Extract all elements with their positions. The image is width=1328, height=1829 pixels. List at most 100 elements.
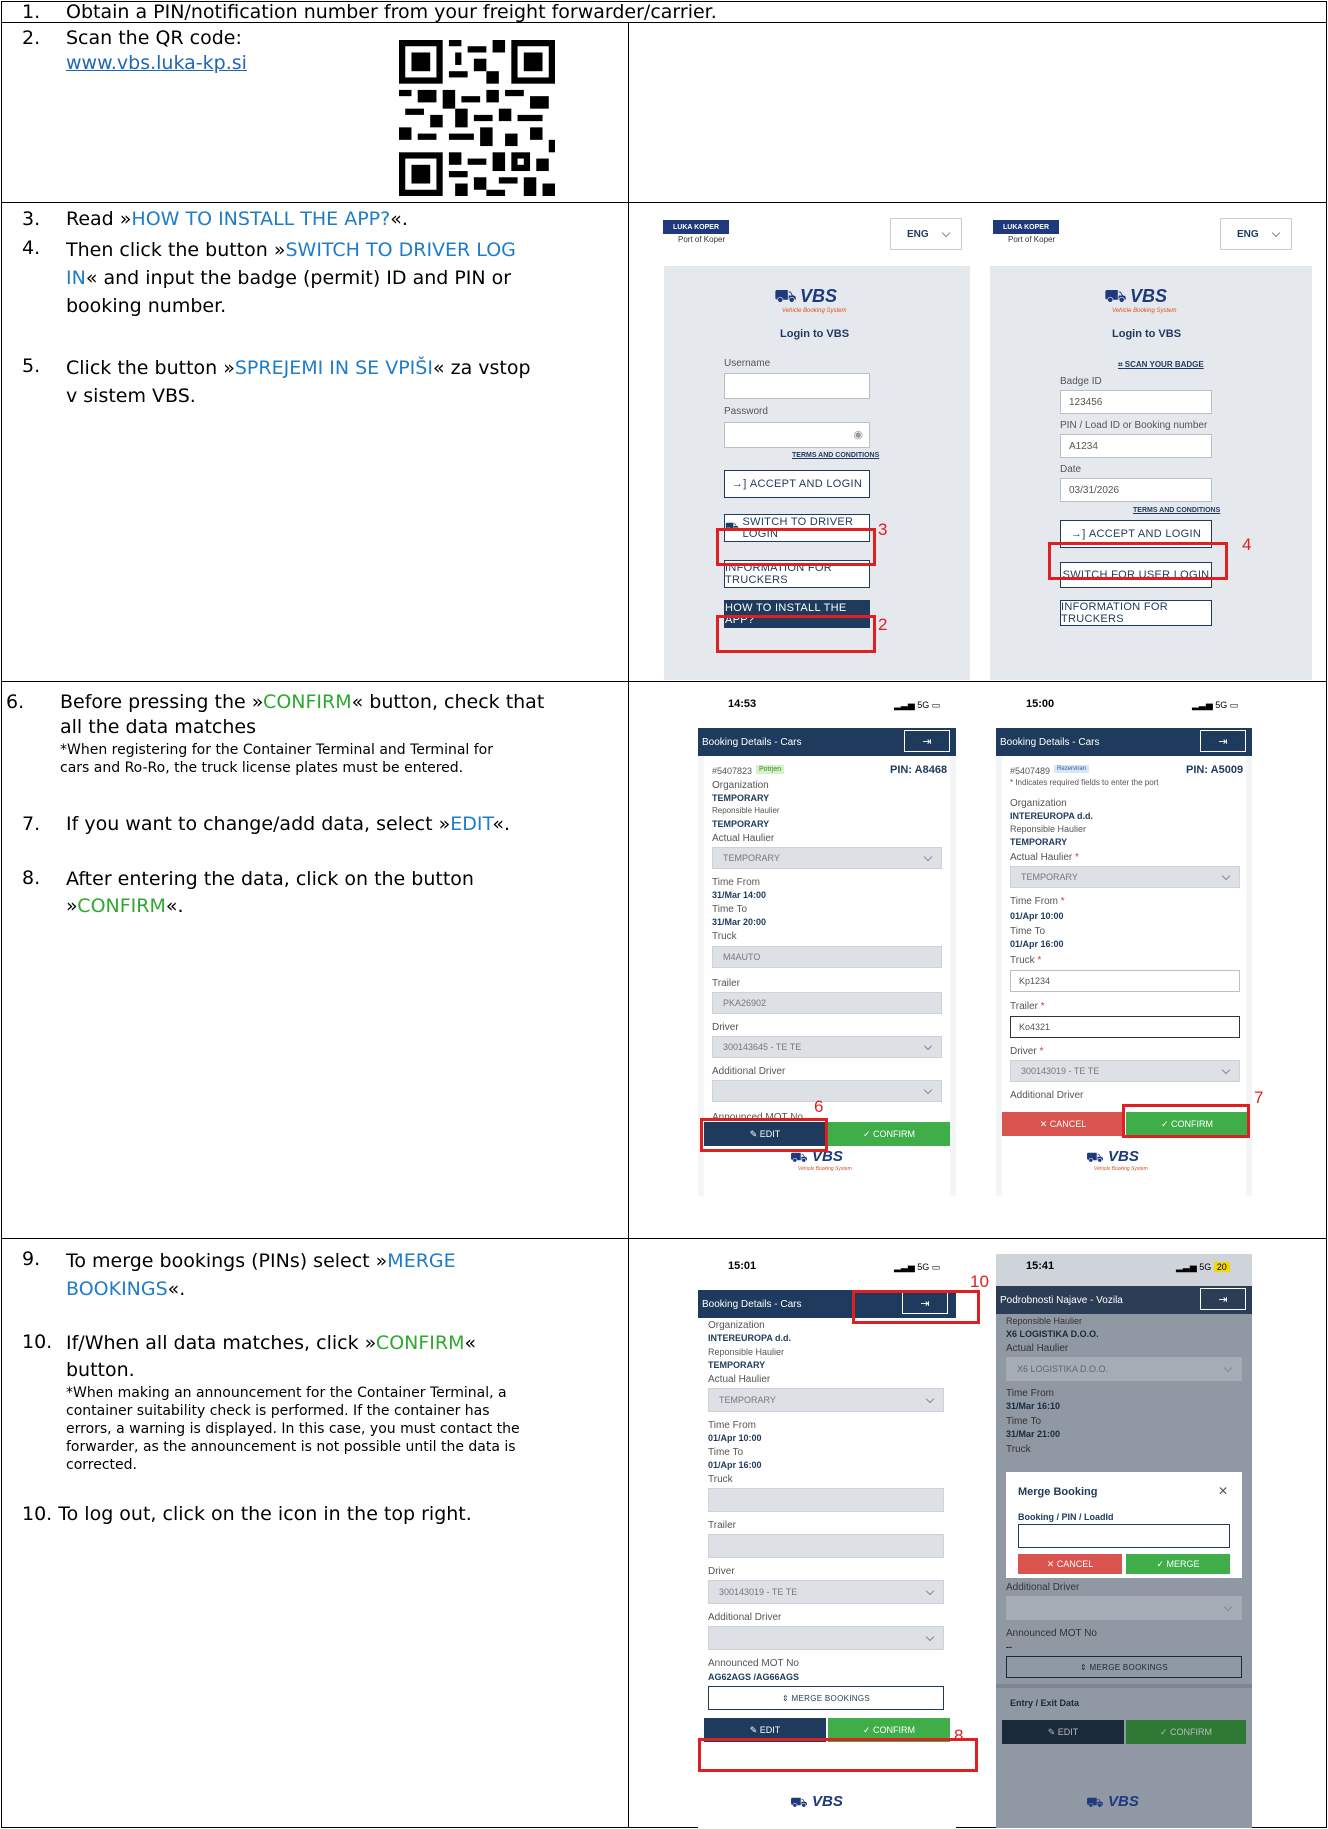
actual-select[interactable]: TEMPORARY (708, 1388, 944, 1412)
terms-link[interactable]: TERMS AND CONDITIONS (792, 452, 879, 459)
password-input[interactable]: ◉ (724, 422, 870, 448)
booking-pin-input[interactable] (1018, 1524, 1230, 1548)
modal-merge-button[interactable]: ✓ MERGE (1126, 1554, 1230, 1574)
chevron-down-icon (1223, 1602, 1233, 1612)
signal-icon: ▂▃▅ 5G 20 (1176, 1262, 1230, 1273)
add-driver-label: Additional Driver (708, 1612, 782, 1623)
truck-label: Truck (712, 931, 737, 942)
logout-icon: ⇥ (922, 735, 932, 748)
language-select[interactable]: ENG (890, 218, 962, 250)
brand-subtitle: Port of Koper (678, 235, 726, 244)
resp-label: Reponsible Haulier (1006, 1316, 1083, 1326)
vbs-website-link[interactable]: www.vbs.luka-kp.si (66, 51, 247, 76)
confirm-button[interactable]: ✓ CONFIRM (828, 1122, 950, 1146)
accept-login-button[interactable]: →] ACCEPT AND LOGIN (724, 470, 870, 498)
org-label: Organization (712, 780, 769, 791)
luka-koper-logo: LUKA KOPER (663, 220, 729, 234)
to-value: 01/Apr 16:00 (1010, 939, 1064, 949)
scan-badge-link[interactable]: ⌗ SCAN YOUR BADGE (1118, 360, 1204, 370)
actual-select[interactable]: TEMPORARY (712, 847, 942, 869)
close-icon[interactable]: ✕ (1218, 1484, 1228, 1498)
step-6-text: Before pressing the »CONFIRM« button, ch… (60, 691, 545, 738)
driver-select[interactable]: 300143645 - TE TE (712, 1036, 942, 1058)
entry-exit-heading: Entry / Exit Data (1010, 1698, 1080, 1708)
pin-input[interactable]: A1234 (1060, 434, 1212, 458)
truck-input[interactable] (708, 1488, 944, 1512)
step-6-number: 6. (6, 691, 25, 713)
marker-box-4 (1048, 542, 1228, 580)
cancel-button[interactable]: ✕ CANCEL (1002, 1112, 1124, 1136)
logout-icon: ⇥ (1218, 735, 1228, 748)
date-input[interactable]: 03/31/2026 (1060, 478, 1212, 502)
truck-label: Truck * (1010, 955, 1042, 966)
to-label: Time To (708, 1447, 744, 1458)
resp-value: TEMPORARY (712, 819, 770, 829)
to-value: 01/Apr 16:00 (708, 1460, 762, 1470)
vbs-logo: VBS (1108, 1148, 1139, 1165)
login-icon: →] (731, 478, 750, 490)
trailer-input[interactable]: Ko4321 (1010, 1016, 1240, 1038)
driver-select[interactable]: 300143019 - TE TE (1010, 1060, 1240, 1082)
close-icon: ✕ (1046, 1558, 1057, 1569)
info-truckers-button[interactable]: INFORMATION FOR TRUCKERS (1060, 600, 1212, 626)
vbs-logo-subtitle: Vehicle Booking System (1094, 1166, 1148, 1172)
step-4-number: 4. (22, 237, 41, 259)
login-screen-user: LUKA KOPER Port of Koper ENG ⛟ VBS Vehic… (660, 210, 970, 680)
actual-select[interactable]: TEMPORARY (1010, 866, 1240, 888)
edit-button[interactable]: ✎ EDIT (1002, 1720, 1124, 1744)
signal-icon: ▂▃▅ 5G ▭ (894, 1262, 941, 1272)
step-5-number: 5. (22, 355, 41, 377)
logout-button[interactable]: ⇥ (904, 730, 950, 752)
step-3-text: Read »HOW TO INSTALL THE APP?«. (66, 208, 408, 230)
clock: 15:41 (1026, 1260, 1055, 1272)
logout-button[interactable]: ⇥ (1200, 1288, 1246, 1310)
eye-icon[interactable]: ◉ (853, 428, 863, 441)
badge-input[interactable]: 123456 (1060, 390, 1212, 414)
vbs-logo: VBS (1108, 1793, 1139, 1810)
add-driver-select[interactable] (712, 1080, 942, 1102)
language-select[interactable]: ENG (1220, 218, 1292, 250)
add-driver-select[interactable] (1006, 1596, 1242, 1620)
confirm-button[interactable]: ✓ CONFIRM (1126, 1720, 1246, 1744)
actual-label: Actual Haulier (1006, 1343, 1069, 1354)
driver-select[interactable]: 300143019 - TE TE (708, 1580, 944, 1604)
truck-input[interactable]: Kp1234 (1010, 970, 1240, 992)
actual-select[interactable]: X6 LOGISTIKA D.O.O. (1006, 1357, 1242, 1381)
modal-cancel-button[interactable]: ✕ CANCEL (1018, 1554, 1122, 1574)
pin-value: PIN: A5009 (1186, 764, 1244, 776)
merge-booking-modal: Merge Booking ✕ Booking / PIN / LoadId ✕… (1006, 1472, 1242, 1578)
step-7-text: If you want to change/add data, select »… (66, 813, 511, 835)
pencil-icon: ✎ (1047, 1726, 1058, 1737)
org-label: Organization (1010, 798, 1067, 809)
trailer-label: Trailer (712, 978, 740, 989)
signal-icon: ▂▃▅ 5G ▭ (1192, 700, 1239, 710)
username-input[interactable] (724, 373, 870, 399)
trailer-input[interactable]: PKA26902 (712, 992, 942, 1014)
merge-bookings-button[interactable]: ⇕ MERGE BOOKINGS (708, 1686, 944, 1710)
from-value: 31/Mar 16:10 (1006, 1401, 1061, 1411)
terms-link[interactable]: TERMS AND CONDITIONS (1133, 507, 1220, 514)
truck-input[interactable]: M4AUTO (712, 946, 942, 968)
add-driver-select[interactable] (708, 1626, 944, 1650)
add-driver-label: Additional Driver (712, 1066, 786, 1077)
marker-box-7 (1122, 1104, 1250, 1138)
step-2-number: 2. (22, 27, 41, 49)
brand-subtitle: Port of Koper (1008, 235, 1056, 244)
merge-icon: ⇕ (782, 1693, 792, 1703)
marker-box-2 (716, 615, 876, 653)
resp-label: Reponsible Haulier (712, 806, 780, 815)
vbs-logo: VBS (800, 286, 838, 306)
resp-label: Reponsible Haulier (708, 1347, 785, 1357)
chevron-down-icon (941, 228, 951, 238)
resp-value: X6 LOGISTIKA D.O.O. (1006, 1329, 1099, 1339)
merge-bookings-button[interactable]: ⇕ MERGE BOOKINGS (1006, 1656, 1242, 1678)
from-value: 01/Apr 10:00 (1010, 911, 1064, 921)
trailer-input[interactable] (708, 1534, 944, 1558)
modal-title: Merge Booking (1018, 1486, 1098, 1498)
row-5-left (1, 1238, 629, 1828)
truck-logo-icon: ⛟ (774, 286, 797, 306)
marker-box-3 (716, 528, 876, 566)
mot-label: Announced MOT No (708, 1658, 799, 1669)
status-badge: Potrjen (756, 765, 785, 774)
logout-button[interactable]: ⇥ (1200, 730, 1246, 752)
